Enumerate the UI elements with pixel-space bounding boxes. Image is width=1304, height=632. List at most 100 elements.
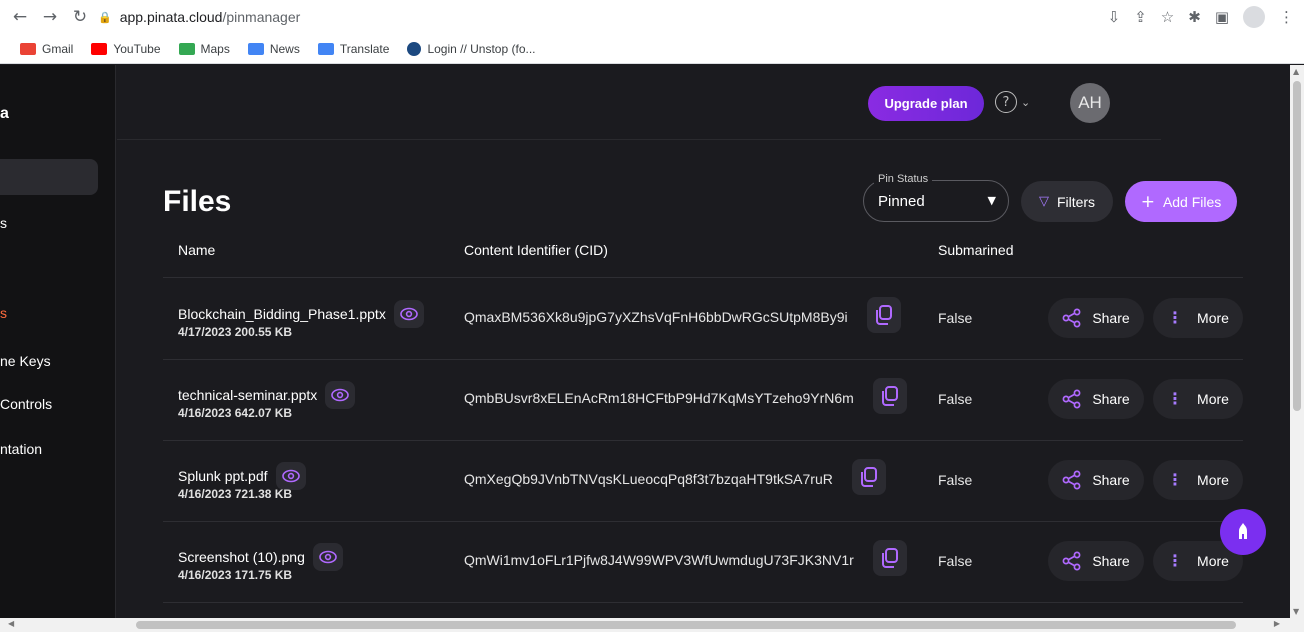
reload-icon[interactable]: ↻	[68, 7, 92, 27]
share-icon	[1062, 551, 1081, 571]
file-name[interactable]: Screenshot (10).png	[178, 543, 343, 571]
help-menu[interactable]: ? ⌄	[995, 91, 1030, 113]
back-icon[interactable]: ←	[8, 7, 32, 27]
scroll-down-icon[interactable]: ▼	[1293, 607, 1299, 616]
submarined-value: False	[938, 472, 973, 488]
help-circle-icon: ?	[995, 91, 1017, 113]
bookmark-youtube[interactable]: YouTube	[91, 42, 161, 56]
file-name[interactable]: technical-seminar.pptx	[178, 381, 356, 409]
vertical-scroll-thumb[interactable]	[1293, 81, 1301, 411]
scroll-up-icon[interactable]: ▲	[1293, 67, 1299, 76]
upgrade-plan-button[interactable]: Upgrade plan	[868, 86, 984, 121]
extensions-icon[interactable]: ✱	[1188, 8, 1201, 26]
submarined-value: False	[938, 553, 973, 569]
forward-icon[interactable]: →	[38, 7, 62, 27]
pin-status-select[interactable]: Pin Status Pinned ▼	[863, 173, 1009, 222]
copy-icon[interactable]	[873, 378, 907, 414]
profile-avatar-icon[interactable]	[1243, 6, 1265, 28]
lock-icon: 🔒	[98, 10, 112, 24]
table-row: Splunk ppt.pdf 4/16/2023 721.38 KB QmXeg…	[163, 441, 1243, 522]
support-chat-button[interactable]	[1220, 509, 1266, 555]
sidebar-item-active[interactable]	[0, 159, 98, 195]
more-button[interactable]: ⋮ More	[1153, 379, 1243, 419]
scroll-left-icon[interactable]: ◀	[8, 619, 14, 628]
column-header-submarined[interactable]: Submarined	[938, 242, 1014, 258]
more-vertical-icon: ⋮	[1167, 470, 1184, 489]
column-header-name[interactable]: Name	[178, 242, 215, 258]
news-icon	[247, 42, 264, 55]
horizontal-scrollbar[interactable]: ◀ ▶	[0, 618, 1304, 632]
share-page-icon[interactable]: ⇪	[1134, 8, 1147, 26]
file-cid[interactable]: QmaxBM536Xk8u9jpG7yXZhsVqFnH6bbDwRGcSUtp…	[464, 309, 848, 325]
copy-icon[interactable]	[873, 540, 907, 576]
header-divider	[163, 277, 1243, 278]
dropdown-arrow-icon: ▼	[987, 194, 996, 207]
pin-status-value: Pinned	[878, 193, 925, 210]
share-button[interactable]: Share	[1048, 460, 1144, 500]
unstop-icon	[407, 41, 422, 56]
maps-icon	[178, 42, 195, 55]
eye-icon[interactable]	[393, 300, 424, 328]
translate-icon	[317, 42, 334, 55]
vertical-scrollbar[interactable]: ▲ ▼	[1290, 65, 1304, 618]
install-icon[interactable]: ⇩	[1108, 8, 1121, 26]
bookmark-gmail[interactable]: Gmail	[20, 42, 73, 56]
add-files-button[interactable]: + Add Files	[1125, 181, 1237, 222]
eye-icon[interactable]	[325, 381, 356, 409]
sidebar-item-api-keys[interactable]: ne Keys	[0, 353, 51, 369]
more-vertical-icon: ⋮	[1167, 551, 1184, 570]
column-header-cid[interactable]: Content Identifier (CID)	[464, 242, 608, 258]
avatar[interactable]: AH	[1070, 83, 1110, 123]
file-meta: 4/16/2023 642.07 KB	[178, 406, 293, 420]
eye-icon[interactable]	[312, 543, 343, 571]
url-host: app.pinata.cloud	[119, 9, 223, 25]
share-button[interactable]: Share	[1048, 541, 1144, 581]
file-meta: 4/16/2023 721.38 KB	[178, 487, 293, 501]
bookmark-star-icon[interactable]: ☆	[1161, 8, 1174, 26]
more-button[interactable]: ⋮ More	[1153, 298, 1243, 338]
browser-menu-icon[interactable]: ⋮	[1279, 8, 1294, 26]
more-vertical-icon: ⋮	[1167, 308, 1184, 327]
share-button[interactable]: Share	[1048, 298, 1144, 338]
sidepanel-icon[interactable]: ▣	[1215, 8, 1229, 26]
url-path: /pinmanager	[222, 9, 301, 25]
sidebar-item-access-controls[interactable]: Controls	[0, 396, 52, 412]
file-cid[interactable]: QmbBUsvr8xELEnAcRm18HCFtbP9Hd7KqMsYTzeho…	[464, 390, 854, 406]
submarined-value: False	[938, 310, 973, 326]
filter-icon: ▽	[1038, 194, 1049, 209]
share-button[interactable]: Share	[1048, 379, 1144, 419]
scroll-right-icon[interactable]: ▶	[1274, 619, 1280, 628]
sidebar-item-2[interactable]: s	[0, 305, 7, 321]
sidebar-item-1[interactable]: s	[0, 215, 7, 231]
submarined-value: False	[938, 391, 973, 407]
table-row: technical-seminar.pptx 4/16/2023 642.07 …	[163, 360, 1243, 441]
plus-icon: +	[1140, 191, 1155, 212]
table-row: Blockchain_Bidding_Phase1.pptx 4/17/2023…	[163, 279, 1243, 360]
more-vertical-icon: ⋮	[1167, 389, 1184, 408]
share-icon	[1062, 308, 1081, 328]
sidebar: a s s ne Keys Controls ntation	[0, 65, 116, 618]
file-meta: 4/17/2023 200.55 KB	[178, 325, 293, 339]
horizontal-scroll-thumb[interactable]	[136, 621, 1236, 629]
sidebar-item-documentation[interactable]: ntation	[0, 441, 42, 457]
filters-button[interactable]: ▽ Filters	[1021, 181, 1113, 222]
share-icon	[1062, 389, 1081, 409]
bookmark-unstop[interactable]: Login // Unstop (fo...	[407, 41, 536, 56]
bookmark-news[interactable]: News	[247, 42, 300, 56]
chat-icon	[1239, 523, 1247, 539]
more-button[interactable]: ⋮ More	[1153, 460, 1243, 500]
bookmark-maps[interactable]: Maps	[178, 42, 230, 56]
eye-icon[interactable]	[275, 462, 306, 490]
pin-status-label: Pin Status	[874, 173, 933, 185]
file-cid[interactable]: QmWi1mv1oFLr1Pjfw8J4W99WPV3WfUwmdugU73FJ…	[464, 552, 854, 568]
copy-icon[interactable]	[867, 297, 901, 333]
bookmark-translate[interactable]: Translate	[317, 42, 389, 56]
copy-icon[interactable]	[852, 459, 886, 495]
chevron-down-icon: ⌄	[1021, 95, 1031, 109]
file-name[interactable]: Blockchain_Bidding_Phase1.pptx	[178, 300, 424, 328]
file-meta: 4/16/2023 171.75 KB	[178, 568, 293, 582]
address-bar[interactable]: 🔒 app.pinata.cloud/pinmanager	[98, 5, 300, 29]
file-name[interactable]: Splunk ppt.pdf	[178, 462, 306, 490]
file-cid[interactable]: QmXegQb9JVnbTNVqsKLueocqPq8f3t7bzqaHT9tk…	[464, 471, 833, 487]
browser-toolbar: ← → ↻ 🔒 app.pinata.cloud/pinmanager ⇩ ⇪ …	[0, 0, 1304, 34]
